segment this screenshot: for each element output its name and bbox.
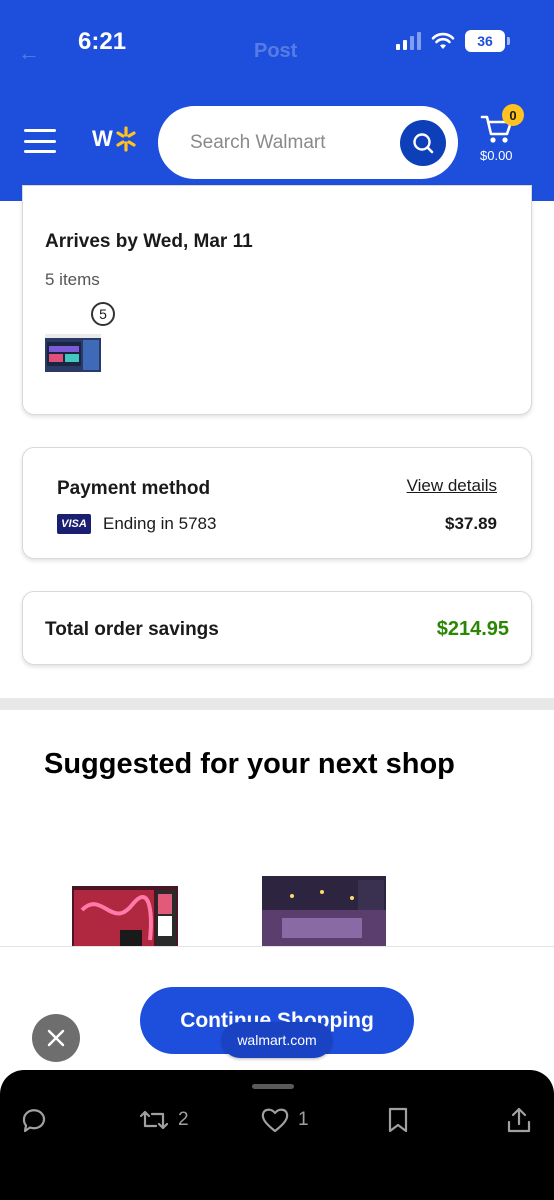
- retweet-icon: [139, 1110, 169, 1130]
- bookmark-icon: [388, 1107, 408, 1133]
- sheet-grabber[interactable]: [252, 1084, 294, 1089]
- items-count: 5 items: [45, 270, 100, 289]
- payment-card: Payment method View details VISA Ending …: [22, 447, 532, 559]
- cart-count-badge: 0: [502, 104, 524, 126]
- wifi-icon: [431, 32, 455, 49]
- reply-button[interactable]: [20, 1106, 48, 1134]
- search-bar[interactable]: [158, 106, 458, 179]
- reply-icon: [22, 1109, 46, 1133]
- like-count: 1: [298, 1109, 309, 1130]
- card-ending: Ending in 5783: [103, 514, 217, 533]
- spark-icon: [116, 126, 136, 152]
- search-input[interactable]: [190, 128, 390, 158]
- payment-title: Payment method: [57, 478, 211, 499]
- share-icon: [507, 1107, 531, 1133]
- tweet-action-bar: 2 1: [0, 1070, 554, 1200]
- visa-card-icon: VISA: [57, 514, 91, 534]
- app-header: ← Post 6:21 36 W Search Walmart 0 $0.00: [0, 0, 554, 201]
- suggested-heading: Suggested for your next shop: [44, 748, 455, 780]
- signal-icon: [396, 32, 421, 50]
- heart-icon: [261, 1108, 289, 1133]
- battery-icon: 36: [465, 30, 510, 52]
- like-button[interactable]: 1: [260, 1106, 309, 1134]
- logo-text: W: [92, 126, 113, 151]
- close-icon: [47, 1029, 65, 1047]
- walmart-logo[interactable]: W: [92, 126, 137, 152]
- search-button[interactable]: [400, 120, 446, 166]
- arrival-date: Arrives by Wed, Mar 11: [45, 231, 253, 252]
- status-time: 6:21: [78, 28, 127, 55]
- quantity-badge: 5: [91, 302, 115, 326]
- cart-total: $0.00: [480, 148, 513, 163]
- view-details-link[interactable]: View details: [407, 476, 497, 496]
- product-thumbnail[interactable]: [45, 334, 101, 374]
- savings-label: Total order savings: [45, 619, 219, 640]
- suggested-product-1[interactable]: [72, 880, 178, 950]
- search-icon: [413, 133, 434, 154]
- bookmark-button[interactable]: [386, 1106, 410, 1134]
- retweet-count: 2: [178, 1109, 189, 1130]
- post-title: Post: [254, 40, 298, 62]
- shipment-card: Arrives by Wed, Mar 11 5 items 5: [22, 185, 532, 415]
- url-pill[interactable]: walmart.com: [222, 1022, 332, 1058]
- close-button[interactable]: [32, 1014, 80, 1062]
- retweet-button[interactable]: 2: [138, 1106, 189, 1134]
- suggested-product-2[interactable]: [262, 876, 386, 950]
- payment-amount: $37.89: [445, 514, 497, 533]
- savings-card: Total order savings $214.95: [22, 591, 532, 665]
- section-divider: [0, 698, 554, 710]
- status-icons: 36: [396, 30, 510, 52]
- cart-button[interactable]: 0 $0.00: [474, 104, 528, 164]
- back-arrow-icon[interactable]: ←: [18, 40, 40, 66]
- savings-amount: $214.95: [436, 618, 509, 640]
- share-button[interactable]: [506, 1106, 532, 1134]
- menu-icon[interactable]: [24, 129, 56, 153]
- battery-level: 36: [477, 33, 493, 49]
